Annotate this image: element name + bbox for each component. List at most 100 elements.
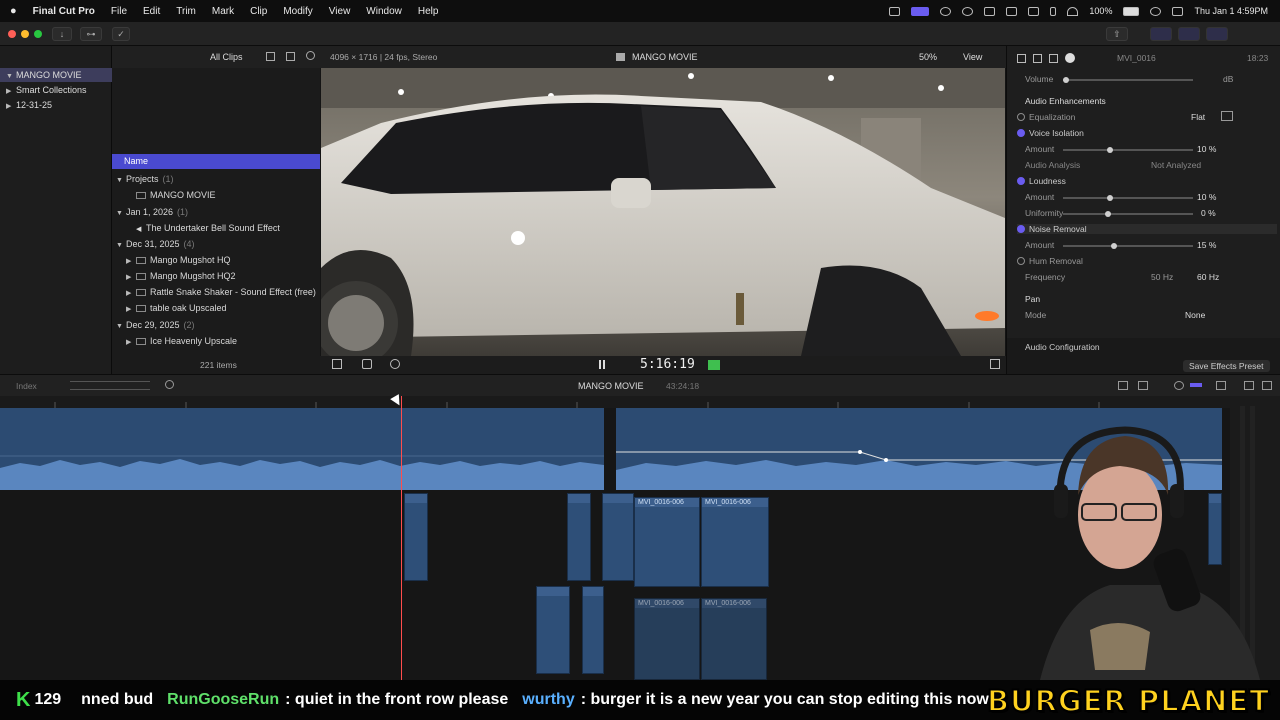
- browser-row-clip[interactable]: ▶ Ice Heavenly Upscale: [112, 333, 320, 349]
- menu-help[interactable]: Help: [418, 6, 439, 17]
- browser-row-clip[interactable]: ▶ Rattle Snake Shaker - Sound Effect (fre…: [112, 284, 320, 300]
- index-button[interactable]: Index: [16, 381, 37, 391]
- menu-edit[interactable]: Edit: [143, 6, 160, 17]
- view-dropdown[interactable]: View: [963, 52, 982, 62]
- browser-row-project[interactable]: MANGO MOVIE: [112, 187, 320, 203]
- timeline-clip[interactable]: MVI_0016-006: [634, 497, 700, 587]
- transform-icon[interactable]: [332, 359, 342, 369]
- fullscreen-window-button[interactable]: [34, 30, 42, 38]
- snapping-icon[interactable]: [1118, 381, 1128, 390]
- clip-appearance-icon[interactable]: [286, 52, 295, 61]
- menu-trim[interactable]: Trim: [176, 6, 196, 17]
- search-icon[interactable]: [1150, 6, 1162, 16]
- pan-mode-value[interactable]: None: [1185, 310, 1205, 320]
- timecode[interactable]: 5:16:19: [640, 357, 695, 372]
- name-column-header[interactable]: Name: [112, 154, 320, 169]
- voice-isolation-slider[interactable]: [1063, 147, 1193, 153]
- volume-knob[interactable]: [1063, 77, 1069, 83]
- browser-row-projects[interactable]: ▼ Projects (1): [112, 171, 320, 187]
- play-icon[interactable]: [984, 6, 996, 16]
- speed-icon[interactable]: [390, 359, 400, 369]
- volume-slider[interactable]: [1063, 77, 1193, 83]
- timeline-clip[interactable]: MVI_0016-006: [634, 598, 700, 680]
- timeline-project-name[interactable]: MANGO MOVIE: [578, 381, 644, 391]
- noise-removal-checkbox[interactable]: [1017, 225, 1025, 233]
- layout-button-1[interactable]: [1150, 27, 1172, 41]
- audio-configuration[interactable]: Audio Configuration: [1025, 342, 1100, 352]
- uniformity-slider[interactable]: [1063, 211, 1193, 217]
- browser-row-date[interactable]: ▼ Jan 1, 2026 (1): [112, 204, 320, 220]
- equalization-value[interactable]: Flat: [1191, 112, 1205, 122]
- voice-isolation-row[interactable]: Voice Isolation: [1017, 128, 1084, 138]
- all-clips-filter[interactable]: All Clips: [210, 52, 243, 62]
- hum-removal-row[interactable]: Hum Removal: [1017, 256, 1083, 266]
- uniformity-value[interactable]: 0 %: [1201, 208, 1216, 218]
- library-item-smart-collections[interactable]: ▶ Smart Collections: [0, 83, 112, 97]
- frequency-50hz[interactable]: 50 Hz: [1151, 272, 1173, 282]
- pause-icon[interactable]: [599, 360, 605, 369]
- section-audio-enhancements[interactable]: Audio Enhancements: [1025, 96, 1106, 106]
- filmstrip-view-icon[interactable]: [266, 52, 275, 61]
- noise-removal-row[interactable]: Noise Removal: [1017, 224, 1277, 234]
- browser-row-date[interactable]: ▼ Dec 29, 2025 (2): [112, 317, 320, 333]
- menu-app-name[interactable]: Final Cut Pro: [33, 6, 95, 17]
- menu-clip[interactable]: Clip: [250, 6, 267, 17]
- slider-knob[interactable]: [1105, 211, 1111, 217]
- loudness-checkbox[interactable]: [1017, 177, 1025, 185]
- keywords-button[interactable]: ⊶: [80, 27, 102, 41]
- layout-button-2[interactable]: [1178, 27, 1200, 41]
- audio-clip[interactable]: [0, 408, 604, 490]
- edit-tools-icon[interactable]: [70, 381, 150, 390]
- timeline-clip[interactable]: MVI_0016-006: [701, 598, 767, 680]
- display-icon[interactable]: [1028, 6, 1040, 16]
- enhance-icon[interactable]: [362, 359, 372, 369]
- hum-removal-checkbox[interactable]: [1017, 257, 1025, 265]
- control-center-icon[interactable]: [1172, 6, 1184, 16]
- slider-knob[interactable]: [1111, 243, 1117, 249]
- timeline-clip[interactable]: MVI_0016-006: [701, 497, 769, 587]
- bluetooth-icon[interactable]: [1050, 6, 1057, 16]
- effects-browser-icon[interactable]: [1244, 381, 1254, 390]
- equalization-checkbox[interactable]: [1017, 113, 1025, 121]
- timeline-clip[interactable]: [582, 586, 604, 674]
- library-item-mango-movie[interactable]: ▼ MANGO MOVIE: [0, 68, 112, 82]
- clip-appearance-icon[interactable]: [1216, 381, 1226, 390]
- search-icon[interactable]: [306, 51, 315, 60]
- menu-modify[interactable]: Modify: [283, 6, 312, 17]
- minimize-window-button[interactable]: [21, 30, 29, 38]
- loudness-row[interactable]: Loudness: [1017, 176, 1066, 186]
- volume-icon[interactable]: [1006, 6, 1018, 16]
- audio-skimming-icon[interactable]: [1174, 381, 1184, 390]
- fullscreen-icon[interactable]: [990, 359, 1000, 369]
- browser-row-date[interactable]: ▼ Dec 31, 2025 (4): [112, 236, 320, 252]
- timeline-clip[interactable]: [567, 493, 591, 581]
- loudness-amount[interactable]: 10 %: [1197, 192, 1216, 202]
- browser-row-clip[interactable]: ▶ Mango Mugshot HQ2: [112, 268, 320, 284]
- voice-isolation-checkbox[interactable]: [1017, 129, 1025, 137]
- equalization-row[interactable]: Equalization: [1017, 112, 1075, 122]
- apple-icon[interactable]: ●: [10, 5, 17, 17]
- inspector-tab-info-icon[interactable]: [1065, 53, 1075, 63]
- loudness-slider[interactable]: [1063, 195, 1193, 201]
- zoom-tool-icon[interactable]: [165, 380, 174, 389]
- noise-removal-slider[interactable]: [1063, 243, 1193, 249]
- menu-mark[interactable]: Mark: [212, 6, 234, 17]
- noise-removal-amount[interactable]: 15 %: [1197, 240, 1216, 250]
- share-button[interactable]: ⇧: [1106, 27, 1128, 41]
- wifi-icon[interactable]: [1067, 6, 1079, 16]
- browser-row-clip[interactable]: ▶ Mango Mugshot HQ: [112, 252, 320, 268]
- voice-isolation-amount[interactable]: 10 %: [1197, 144, 1216, 154]
- battery-percent[interactable]: 100%: [1089, 6, 1112, 16]
- background-tasks-button[interactable]: ✓: [112, 27, 130, 41]
- zoom-dropdown[interactable]: 50%: [919, 52, 937, 62]
- skimming-icon[interactable]: [1138, 381, 1148, 390]
- slider-knob[interactable]: [1107, 147, 1113, 153]
- layout-button-3[interactable]: [1206, 27, 1228, 41]
- slider-knob[interactable]: [1107, 195, 1113, 201]
- pan-section[interactable]: Pan: [1025, 294, 1040, 304]
- close-window-button[interactable]: [8, 30, 16, 38]
- library-item-event[interactable]: ▶ 12-31-25: [0, 98, 112, 112]
- clock[interactable]: Thu Jan 1 4:59PM: [1194, 6, 1268, 16]
- browser-row-clip[interactable]: ▶ table oak Upscaled: [112, 300, 320, 316]
- solo-icon[interactable]: [1190, 383, 1202, 387]
